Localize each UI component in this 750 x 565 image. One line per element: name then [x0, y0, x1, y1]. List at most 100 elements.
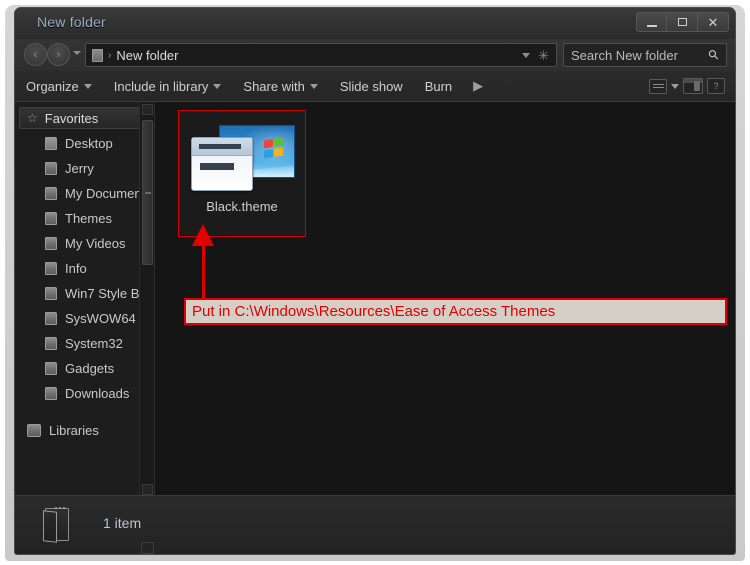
- folder-icon: [45, 287, 57, 300]
- annotation-text: Put in C:\Windows\Resources\Ease of Acce…: [192, 303, 556, 320]
- scrollbar-thumb[interactable]: [142, 120, 153, 265]
- toolbar-item-burn[interactable]: Burn: [414, 71, 463, 101]
- navigation-bar: ‹ › › New folder ✳ Search New folder ⚲: [15, 39, 735, 71]
- sidebar-item-my-videos[interactable]: My Videos: [15, 231, 154, 256]
- sidebar-item-info[interactable]: Info: [15, 256, 154, 281]
- sidebar-item-themes[interactable]: Themes: [15, 206, 154, 231]
- view-layout-dropdown-icon[interactable]: [671, 83, 679, 89]
- sidebar-item-gadgets[interactable]: Gadgets: [15, 356, 154, 381]
- chevron-down-icon: [83, 83, 92, 89]
- file-list-pane[interactable]: Black.theme Put in C:\Windows\Resources\…: [156, 102, 735, 497]
- sidebar-item-label: System32: [65, 336, 123, 351]
- folder-icon: [45, 337, 57, 350]
- folder-icon: [45, 387, 57, 400]
- star-icon: ☆: [27, 111, 38, 125]
- breadcrumb-separator: ›: [108, 49, 112, 61]
- sidebar-item-my-documents[interactable]: My Documen: [15, 181, 154, 206]
- sidebar-item-label: Win7 Style Bu: [65, 286, 147, 301]
- sidebar-item-label: Libraries: [49, 423, 99, 438]
- search-input[interactable]: Search New folder: [571, 48, 678, 63]
- status-bar: 1 item: [15, 495, 735, 554]
- explorer-window: New folder ✕ ‹ › › New folder ✳ Search N…: [14, 7, 736, 555]
- command-toolbar: Organize Include in library Share with S…: [15, 71, 735, 102]
- view-layout-icon[interactable]: [649, 78, 667, 94]
- desktop-folder-icon: [45, 137, 57, 150]
- folder-icon: [45, 312, 57, 325]
- theme-file-icon: [191, 123, 295, 191]
- refresh-icon[interactable]: ✳: [538, 49, 549, 62]
- window-title: New folder: [37, 14, 106, 30]
- chevron-down-icon: [213, 83, 222, 89]
- folder-icon: [45, 237, 57, 250]
- sidebar-item-libraries[interactable]: Libraries: [15, 418, 154, 443]
- file-item-selection[interactable]: Black.theme: [178, 110, 306, 237]
- sidebar-item-desktop[interactable]: Desktop: [15, 131, 154, 156]
- folder-status-icon: [43, 507, 70, 543]
- folder-icon: [45, 262, 57, 275]
- title-bar[interactable]: New folder ✕: [15, 8, 735, 39]
- back-button[interactable]: ‹: [24, 43, 47, 66]
- sidebar-item-label: Themes: [65, 211, 112, 226]
- sidebar-item-system32[interactable]: System32: [15, 331, 154, 356]
- scroll-up-button[interactable]: [142, 104, 153, 115]
- toolbar-item-include-in-library[interactable]: Include in library: [103, 71, 233, 101]
- folder-icon: [92, 48, 103, 62]
- toolbar-label: Burn: [424, 78, 453, 94]
- screenshot-root: New folder ✕ ‹ › › New folder ✳ Search N…: [0, 0, 750, 565]
- scroll-down-button[interactable]: [142, 484, 153, 495]
- folder-icon: [45, 162, 57, 175]
- forward-button[interactable]: ›: [47, 43, 70, 66]
- sidebar-item-jerry[interactable]: Jerry: [15, 156, 154, 181]
- file-name-label: Black.theme: [206, 199, 278, 214]
- close-button[interactable]: ✕: [698, 12, 729, 32]
- preview-pane-icon[interactable]: [683, 78, 703, 94]
- sidebar-item-downloads[interactable]: Downloads: [15, 381, 154, 406]
- address-chevron-down-icon[interactable]: [522, 52, 531, 58]
- annotation-arrow-line: [202, 242, 205, 300]
- sidebar-item-label: My Documen: [65, 186, 142, 201]
- sidebar-item-label: SysWOW64: [65, 311, 136, 326]
- sidebar-item-label: Gadgets: [65, 361, 115, 376]
- address-bar[interactable]: › New folder ✳: [85, 43, 557, 67]
- address-bar-actions: ✳: [522, 49, 556, 62]
- toolbar-label: Slide show: [339, 78, 403, 94]
- folder-icon: [45, 187, 57, 200]
- item-count-label: 1 item: [103, 515, 142, 531]
- annotation-callout: Put in C:\Windows\Resources\Ease of Acce…: [184, 298, 727, 325]
- toolbar-item-organize[interactable]: Organize: [15, 71, 103, 101]
- help-icon[interactable]: ?: [707, 78, 725, 94]
- search-icon[interactable]: ⚲: [705, 46, 723, 64]
- toolbar-item-share-with[interactable]: Share with: [232, 71, 328, 101]
- toolbar-label: Include in library: [113, 78, 209, 94]
- sidebar-item-label: Downloads: [65, 386, 130, 401]
- chevron-down-icon: [309, 83, 318, 89]
- toolbar-item-slide-show[interactable]: Slide show: [329, 71, 414, 101]
- folder-icon: [45, 212, 57, 225]
- toolbar-right-group: ?: [649, 78, 735, 94]
- navigation-pane: ☆ Favorites Desktop Jerry My Documen The…: [15, 102, 155, 497]
- sidebar-item-syswow64[interactable]: SysWOW64: [15, 306, 154, 331]
- toolbar-label: Share with: [243, 78, 305, 94]
- recent-locations-chevron-down-icon[interactable]: [73, 51, 81, 55]
- sidebar-item-label: Desktop: [65, 136, 113, 151]
- search-box[interactable]: Search New folder ⚲: [563, 43, 727, 67]
- explorer-body: ☆ Favorites Desktop Jerry My Documen The…: [15, 102, 735, 497]
- window-controls: ✕: [636, 12, 729, 32]
- theme-dialog-icon: [191, 137, 253, 191]
- sidebar-scrollbar[interactable]: [139, 102, 154, 497]
- sidebar-item-label: My Videos: [65, 236, 126, 251]
- library-folder-icon: [27, 424, 41, 437]
- windows-logo-icon: [264, 137, 283, 159]
- maximize-button[interactable]: [667, 12, 698, 32]
- breadcrumb[interactable]: New folder: [116, 48, 178, 63]
- scrollbar-corner: [141, 542, 154, 554]
- sidebar-header-label: Favorites: [44, 110, 99, 126]
- toolbar-overflow-icon[interactable]: ▶: [463, 78, 493, 94]
- sidebar-item-favorites[interactable]: ☆ Favorites: [19, 107, 150, 129]
- toolbar-label: Organize: [26, 78, 79, 94]
- sidebar-item-win7-style-builder[interactable]: Win7 Style Bu: [15, 281, 154, 306]
- minimize-button[interactable]: [636, 12, 667, 32]
- sidebar-item-label: Jerry: [65, 161, 94, 176]
- sidebar-item-label: Info: [65, 261, 87, 276]
- folder-icon: [45, 362, 57, 375]
